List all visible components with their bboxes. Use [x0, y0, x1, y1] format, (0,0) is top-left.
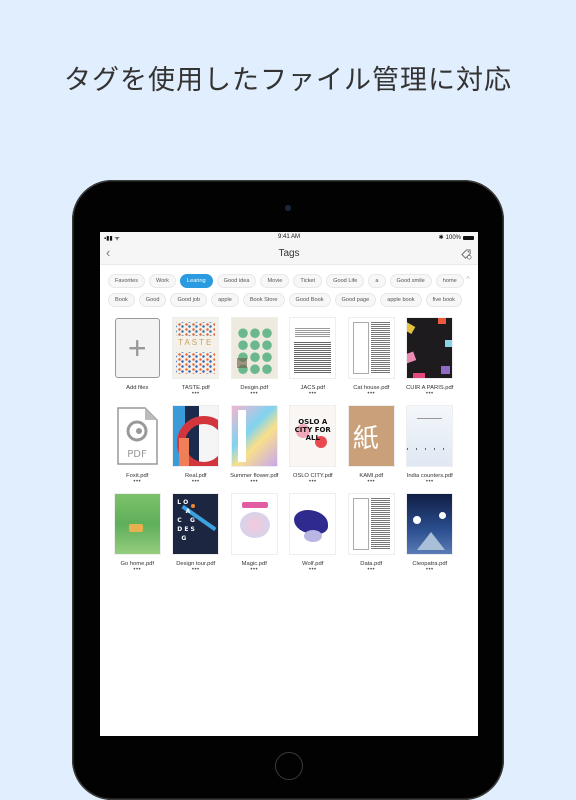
file-thumbnail[interactable]: L O AC GD E S G [173, 494, 219, 554]
more-options-icon[interactable]: ••• [192, 391, 200, 397]
tag-chip[interactable]: a [368, 274, 386, 288]
tag-chip[interactable]: Movie [260, 274, 290, 288]
more-options-icon[interactable]: ••• [192, 479, 200, 485]
tag-chip[interactable]: apple book [380, 293, 422, 307]
file-thumbnail[interactable] [231, 318, 277, 378]
file-thumbnail[interactable] [231, 494, 277, 554]
tag-chip[interactable]: Good idea [216, 274, 257, 288]
bluetooth-icon: ✱ [438, 235, 444, 241]
battery-percent: 100% [445, 234, 461, 241]
file-item[interactable]: Cleopatra.pdf ••• [401, 494, 460, 573]
file-item[interactable]: CUIR A PARIS.pdf ••• [401, 318, 460, 397]
more-options-icon[interactable]: ••• [250, 567, 258, 573]
plus-icon[interactable]: + [114, 318, 160, 378]
file-item[interactable]: India counters.pdf ••• [401, 406, 460, 485]
more-options-icon[interactable]: ••• [250, 391, 258, 397]
file-thumbnail[interactable] [173, 406, 219, 466]
file-item[interactable]: Cat house.pdf ••• [342, 318, 401, 397]
file-thumbnail[interactable] [114, 494, 160, 554]
tag-chip[interactable]: Ticket [293, 274, 323, 288]
more-options-icon[interactable]: ••• [426, 391, 434, 397]
page-title: Tags [278, 248, 300, 259]
file-thumbnail[interactable] [290, 494, 336, 554]
tag-chip[interactable]: apple [211, 293, 239, 307]
file-thumbnail[interactable] [348, 494, 394, 554]
file-thumbnail[interactable]: PDF [115, 406, 160, 466]
status-bar: ▪▮▮ ᯤ 9:41 AM ✱ 100% [100, 232, 478, 243]
tag-chip[interactable]: Book Store [242, 293, 285, 307]
file-thumbnail[interactable] [407, 494, 453, 554]
more-options-icon[interactable]: ••• [250, 479, 258, 485]
file-item[interactable]: Desgin.pdf ••• [225, 318, 284, 397]
status-time: 9:41 AM [277, 234, 300, 240]
tag-chip[interactable]: Good page [334, 293, 377, 307]
file-thumbnail[interactable]: TASTE [173, 318, 219, 378]
file-item[interactable]: PDF Foxit.pdf ••• [108, 406, 167, 485]
file-thumbnail[interactable] [290, 318, 336, 378]
file-item[interactable]: L O AC GD E S G Design tour.pdf ••• [167, 494, 226, 573]
add-files-button[interactable]: + Add files [108, 318, 167, 397]
tag-chip[interactable]: Good Life [326, 274, 365, 288]
tag-settings-icon[interactable] [461, 247, 472, 265]
more-options-icon[interactable]: ••• [426, 479, 434, 485]
tag-chip[interactable]: home [435, 274, 464, 288]
tag-chip[interactable]: Good job [170, 293, 208, 307]
file-item[interactable]: Data.pdf ••• [342, 494, 401, 573]
file-item[interactable]: 紙 KAMI.pdf ••• [342, 406, 401, 485]
tag-chip[interactable]: Book [108, 293, 135, 307]
collapse-icon[interactable]: ^ [466, 275, 470, 284]
tag-chip[interactable]: Good [138, 293, 167, 307]
more-options-icon[interactable]: ••• [367, 391, 375, 397]
battery-icon [463, 235, 474, 240]
tag-chip[interactable]: Good smile [389, 274, 432, 288]
app-screen: ▪▮▮ ᯤ 9:41 AM ✱ 100% ‹ Tags Favorites Wor… [100, 232, 478, 736]
file-item[interactable]: Magic.pdf ••• [225, 494, 284, 573]
nav-bar: ‹ Tags [100, 243, 478, 265]
more-options-icon[interactable]: ••• [309, 479, 317, 485]
more-options-icon[interactable]: ••• [192, 567, 200, 573]
headline: タグを使用したファイル管理に対応 [64, 65, 512, 96]
file-item[interactable]: Real.pdf ••• [167, 406, 226, 485]
file-item[interactable]: OSLO A CITY FOR ALL OSLO CITY.pdf ••• [284, 406, 343, 485]
file-thumbnail[interactable]: 紙 [348, 406, 394, 466]
file-thumbnail[interactable] [407, 318, 453, 378]
more-options-icon[interactable]: ••• [367, 567, 375, 573]
more-options-icon[interactable]: ••• [367, 479, 375, 485]
more-options-icon[interactable]: ••• [133, 567, 141, 573]
camera-icon [285, 205, 291, 211]
tag-row: Book Good Good job apple Book Store Good Book… [108, 293, 472, 307]
tag-filter: Favorites Work Learing Good idea Movie Ticket… [100, 265, 478, 307]
file-item[interactable]: Wolf.pdf ••• [284, 494, 343, 573]
file-grid: + Add files TASTE TASTE.pdf ••• Desgin.pdf ••… [108, 318, 470, 573]
file-thumbnail[interactable] [231, 406, 277, 466]
file-item[interactable]: Summer flower.pdf ••• [225, 406, 284, 485]
more-options-icon[interactable]: ••• [133, 479, 141, 485]
more-options-icon[interactable]: ••• [426, 567, 434, 573]
more-options-icon[interactable]: ••• [309, 391, 317, 397]
svg-text:PDF: PDF [127, 449, 147, 460]
file-thumbnail[interactable] [407, 406, 453, 466]
file-item[interactable]: TASTE TASTE.pdf ••• [167, 318, 226, 397]
tag-row: Favorites Work Learing Good idea Movie Ticket… [108, 274, 472, 288]
tag-chip[interactable]: Work [149, 274, 176, 288]
more-options-icon[interactable]: ••• [309, 567, 317, 573]
home-button[interactable] [275, 752, 303, 780]
file-thumbnail[interactable]: OSLO A CITY FOR ALL [290, 406, 336, 466]
file-thumbnail[interactable] [348, 318, 394, 378]
tag-chip[interactable]: Learing [179, 274, 213, 288]
tag-chip[interactable]: five book [425, 293, 462, 307]
file-item[interactable]: Go home.pdf ••• [108, 494, 167, 573]
tag-chip[interactable]: Favorites [108, 274, 146, 288]
tag-chip[interactable]: Good Book [288, 293, 331, 307]
file-item[interactable]: JACS.pdf ••• [284, 318, 343, 397]
